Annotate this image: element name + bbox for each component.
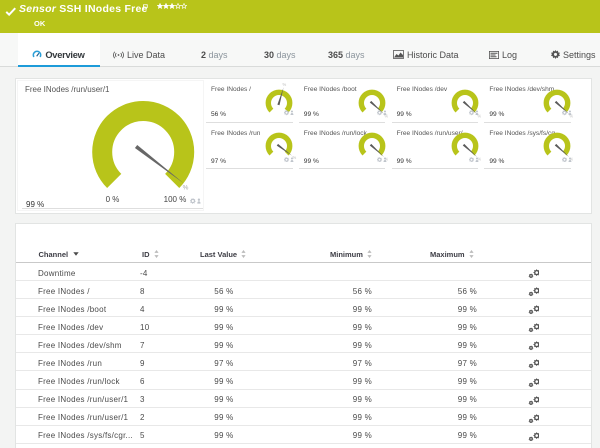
svg-text:%: % xyxy=(283,83,287,87)
svg-text:%: % xyxy=(183,185,189,192)
